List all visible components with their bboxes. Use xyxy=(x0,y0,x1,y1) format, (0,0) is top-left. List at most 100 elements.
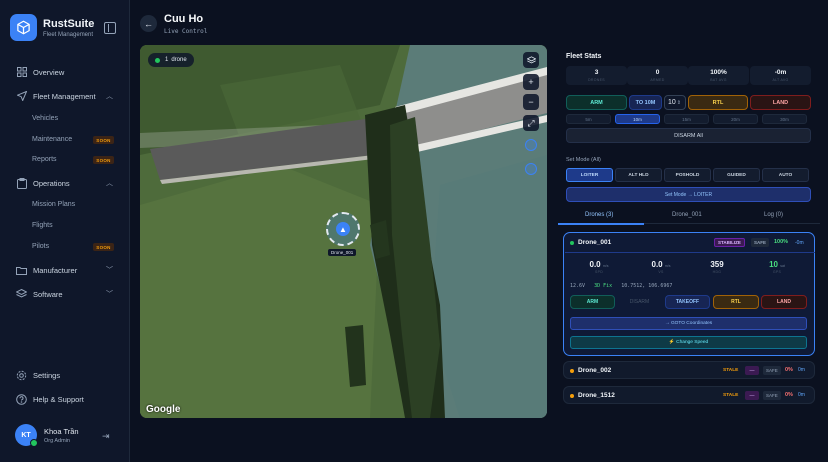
stat-altitude: -0m ALT AVG xyxy=(750,66,811,85)
telemetry-value: 10 sat xyxy=(769,260,785,269)
telemetry-label: SPD xyxy=(594,270,604,274)
fullscreen-icon[interactable]: ⤢ xyxy=(523,115,539,131)
safe-badge: SAFE xyxy=(751,238,770,247)
altitude-option-10m[interactable]: 10m xyxy=(615,114,660,124)
drone-card-active[interactable]: Drone_001 STABILIZE SAFE 100% -0m 0.0 m/… xyxy=(563,232,815,356)
sidebar-item-mission-plans[interactable]: Mission Plans xyxy=(32,201,75,208)
telemetry-speed: 0.0 m/s SPD xyxy=(579,260,619,274)
rtl-all-button[interactable]: RTL xyxy=(688,95,748,110)
zoom-out-button[interactable]: − xyxy=(523,94,539,110)
altitude-option-15m[interactable]: 15m xyxy=(664,114,709,124)
altitude-value: 0m xyxy=(798,392,805,398)
help-circle-icon xyxy=(16,393,27,405)
sidebar-item-help[interactable]: Help & Support xyxy=(0,389,130,409)
sidebar: RustSuite Fleet Management Overview Flee… xyxy=(0,0,130,462)
sidebar-toggle-icon[interactable] xyxy=(104,22,116,34)
sidebar-item-label: Overview xyxy=(33,67,65,77)
goto-coordinates-button[interactable]: → GOTO Coordinates xyxy=(570,317,807,330)
altitude-option-20m[interactable]: 20m xyxy=(713,114,758,124)
sidebar-item-overview[interactable]: Overview xyxy=(0,62,130,82)
altitude-option-5m[interactable]: 5m xyxy=(566,114,611,124)
set-mode-button[interactable]: Set Mode → LOITER xyxy=(566,187,811,202)
battery-percent: 0% xyxy=(785,392,793,398)
mode-alt-hold-button[interactable]: ALT HLD xyxy=(615,168,662,182)
battery-percent: 0% xyxy=(785,367,793,373)
logout-icon[interactable]: ⇥ xyxy=(102,431,110,442)
grid-icon xyxy=(16,67,27,78)
set-mode-title: Set Mode (All) xyxy=(566,157,601,163)
change-speed-button[interactable]: ⚡ Change Speed xyxy=(570,336,807,349)
zoom-in-button[interactable]: + xyxy=(523,74,539,90)
disarm-all-button[interactable]: DISARM All xyxy=(566,128,811,143)
stale-badge: STALE xyxy=(723,368,739,373)
altitude-value: 10 xyxy=(668,99,676,106)
divider xyxy=(565,252,815,253)
sidebar-item-reports[interactable]: Reports xyxy=(32,156,57,163)
telemetry-label: HDG xyxy=(712,270,722,274)
stale-dot-icon xyxy=(570,369,574,373)
drone-takeoff-button[interactable]: TAKEOFF xyxy=(665,295,710,309)
sidebar-item-vehicles[interactable]: Vehicles xyxy=(32,115,58,122)
map-view[interactable]: 1 drone + − ⤢ ▲ Drone_001 Google xyxy=(140,45,547,418)
drone-marker[interactable]: ▲ xyxy=(326,212,360,246)
user-name: Khoa Trần xyxy=(44,426,79,436)
stat-armed: 0 ARMED xyxy=(627,66,688,85)
sidebar-item-software[interactable]: Software ﹀ xyxy=(0,284,130,304)
arm-all-button[interactable]: ARM xyxy=(566,95,627,110)
stat-value: -0m xyxy=(774,69,787,76)
sidebar-item-fleet-management[interactable]: Fleet Management ︿ xyxy=(0,86,130,106)
sidebar-item-maintenance[interactable]: Maintenance xyxy=(32,136,72,143)
avatar: KT xyxy=(15,424,38,447)
user-profile[interactable]: KT Khoa Trần Org Admin xyxy=(15,424,79,447)
tab-drones[interactable]: Drones (3) xyxy=(585,212,613,218)
stat-label: DRONES xyxy=(588,78,605,82)
drone-heading-icon: ▲ xyxy=(336,222,350,236)
telemetry-value: 0.0 m/s xyxy=(589,260,609,269)
stepper-icon: ⇕ xyxy=(676,99,681,106)
page-title: Cuu Ho xyxy=(164,13,204,25)
app-root: RustSuite Fleet Management Overview Flee… xyxy=(0,0,828,462)
drone-count: 1 xyxy=(165,57,169,63)
mode-loiter-button[interactable]: LOITER xyxy=(566,168,613,182)
sidebar-item-operations[interactable]: Operations ︿ xyxy=(0,173,130,193)
telemetry-gps: 10 sat GPS xyxy=(757,260,797,274)
fleet-stats-title: Fleet Stats xyxy=(566,53,602,60)
mode-auto-button[interactable]: AUTO xyxy=(762,168,809,182)
mode-poshold-button[interactable]: POSHOLD xyxy=(664,168,711,182)
online-dot-icon xyxy=(570,241,574,245)
sidebar-item-label: Help & Support xyxy=(33,394,84,404)
soon-badge: SOON xyxy=(93,156,114,164)
battery-percent: 100% xyxy=(774,239,789,245)
takeoff-all-button[interactable]: TO 10M xyxy=(629,95,662,110)
back-button[interactable]: ← xyxy=(140,15,157,32)
telemetry-value: 0.0 m/s xyxy=(651,260,671,269)
sidebar-item-flights[interactable]: Flights xyxy=(32,222,53,229)
stat-label: ARMED xyxy=(650,78,665,82)
tab-log[interactable]: Log (0) xyxy=(764,212,783,218)
drone-marker-label: Drone_001 xyxy=(328,249,357,256)
drone-arm-button[interactable]: ARM xyxy=(570,295,615,309)
sidebar-item-label: Operations xyxy=(33,178,70,188)
drone-card[interactable]: Drone_1512 STALE — SAFE 0% 0m xyxy=(563,386,815,404)
brand[interactable]: RustSuite Fleet Management xyxy=(10,14,94,41)
mode-guided-button[interactable]: GUIDED xyxy=(713,168,760,182)
altitude-value: -0m xyxy=(795,240,804,246)
drone-land-button[interactable]: LAND xyxy=(761,295,807,309)
drone-disarm-button[interactable]: DISARM xyxy=(617,295,662,309)
drone-rtl-button[interactable]: RTL xyxy=(713,295,759,309)
tab-drone-001[interactable]: Drone_001 xyxy=(672,212,702,218)
layers-icon[interactable] xyxy=(523,52,539,68)
altitude-option-30m[interactable]: 30m xyxy=(762,114,807,124)
sidebar-item-manufacturer[interactable]: Manufacturer ﹀ xyxy=(0,260,130,280)
stale-dot-icon xyxy=(570,394,574,398)
locate-icon[interactable] xyxy=(525,139,537,151)
sidebar-item-pilots[interactable]: Pilots xyxy=(32,243,49,250)
takeoff-altitude-input[interactable]: 10 ⇕ xyxy=(664,95,686,110)
sidebar-item-settings[interactable]: Settings xyxy=(0,365,130,385)
recenter-icon[interactable] xyxy=(525,163,537,175)
land-all-button[interactable]: LAND xyxy=(750,95,811,110)
chevron-up-icon: ︿ xyxy=(106,180,113,187)
chevron-down-icon: ﹀ xyxy=(106,291,113,298)
drone-card[interactable]: Drone_002 STALE — SAFE 0% 0m xyxy=(563,361,815,379)
drone-count-pill: 1 drone xyxy=(148,53,194,67)
